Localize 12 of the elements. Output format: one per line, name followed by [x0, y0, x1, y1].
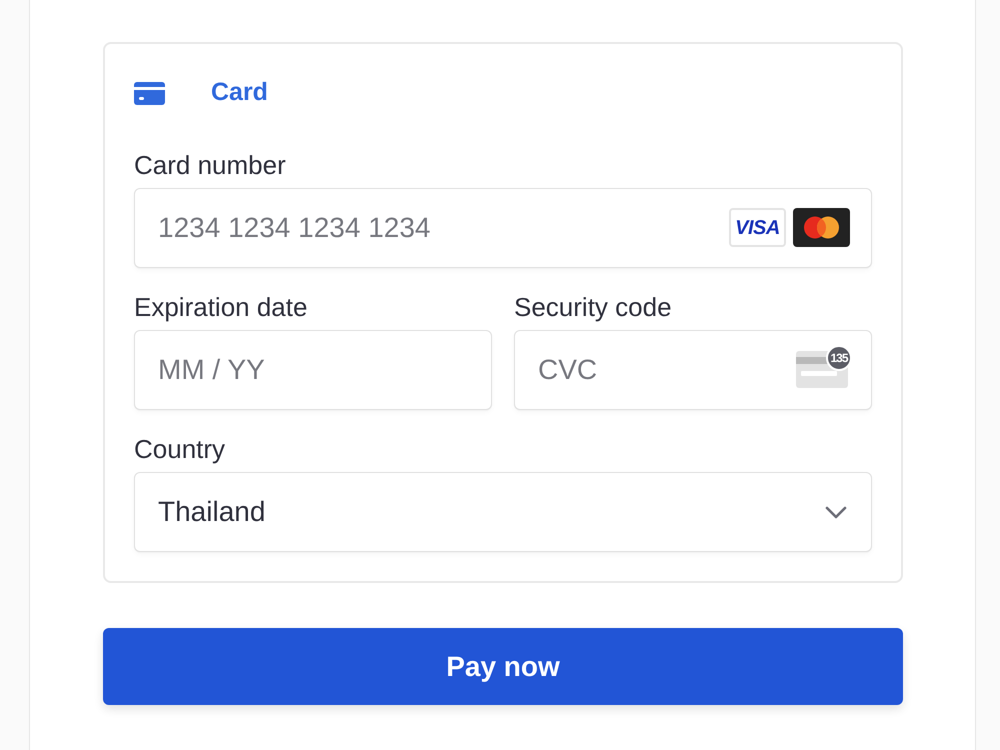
overlapping-circles-icon	[793, 208, 850, 247]
expiration-date-label: Expiration date	[134, 292, 308, 322]
security-code-label: Security code	[514, 292, 672, 322]
pay-now-button[interactable]: Pay now	[103, 628, 903, 705]
card-number-label: Card number	[134, 150, 286, 180]
card-tab[interactable]: Card	[134, 77, 268, 109]
expiration-date-field[interactable]: MM / YY	[134, 330, 492, 410]
country-select[interactable]: Thailand	[134, 472, 872, 552]
credit-card-icon	[134, 82, 165, 104]
visa-logo: VISA	[729, 208, 786, 247]
country-label: Country	[134, 434, 226, 464]
chevron-down-icon	[825, 506, 847, 518]
